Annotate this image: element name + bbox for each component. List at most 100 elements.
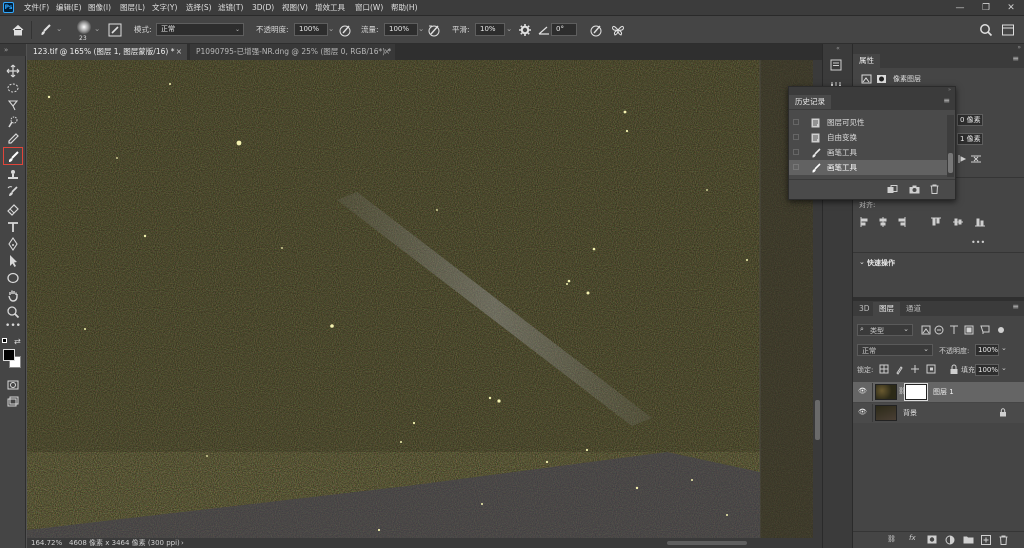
lasso-tool-icon[interactable]	[3, 96, 23, 113]
quick-mask-icon[interactable]	[3, 376, 23, 393]
brush-tip-preview-icon[interactable]	[77, 20, 91, 34]
symmetry-butterfly-icon[interactable]	[610, 22, 626, 38]
photoshop-logo-icon[interactable]: Ps	[3, 2, 14, 13]
restore-button[interactable]: ❐	[972, 0, 1000, 16]
move-tool-icon[interactable]	[3, 62, 23, 79]
blend-mode-select[interactable]: 正常 ⌄	[857, 344, 933, 356]
layer-thumbnail[interactable]	[875, 384, 897, 400]
snapshot-checkbox[interactable]	[793, 164, 799, 170]
search-icon[interactable]	[978, 22, 994, 38]
menu-window[interactable]: 窗口(W)	[355, 0, 383, 16]
image-canvas[interactable]	[27, 60, 822, 538]
snapshot-checkbox[interactable]	[793, 134, 799, 140]
swap-colors-icon[interactable]: ⇄	[14, 337, 21, 346]
panel-menu-icon[interactable]: ≡	[1012, 54, 1019, 63]
zoom-level[interactable]: 164.72%	[31, 538, 62, 548]
history-item-selected[interactable]: 画笔工具	[789, 160, 947, 175]
camera-icon[interactable]	[909, 185, 920, 194]
default-colors-icon[interactable]	[2, 338, 7, 343]
align-buttons-row[interactable]	[859, 216, 1009, 228]
quick-select-tool-icon[interactable]	[3, 113, 23, 130]
history-menu-icon[interactable]: ≡	[943, 96, 950, 105]
eye-icon[interactable]: 👁	[858, 408, 867, 416]
lock-icons[interactable]	[879, 364, 943, 375]
text-tool-icon[interactable]	[3, 218, 23, 235]
tab-channels[interactable]: 通道	[900, 302, 927, 316]
horizontal-scrollbar-thumb[interactable]	[667, 541, 747, 545]
snapshot-checkbox[interactable]	[793, 119, 799, 125]
hand-tool-icon[interactable]	[3, 286, 23, 303]
eraser-tool-icon[interactable]	[3, 200, 23, 217]
brush-settings-panel-icon[interactable]	[107, 22, 123, 38]
scrollbar-thumb[interactable]	[815, 400, 820, 440]
layer-row-background[interactable]: 👁 背景	[853, 403, 1024, 423]
trash-icon[interactable]	[930, 184, 939, 194]
angle-field[interactable]: 0°	[551, 23, 577, 36]
brush-size-chevron-icon[interactable]: ⌄	[94, 24, 100, 33]
layer-name[interactable]: 图层 1	[933, 387, 954, 397]
brush-tool-icon[interactable]	[3, 147, 23, 165]
airbrush-icon[interactable]	[426, 22, 442, 38]
history-panel-icon[interactable]	[829, 58, 845, 72]
tab-layers[interactable]: 图层	[873, 302, 900, 316]
lock-all-icon[interactable]	[949, 364, 959, 375]
menu-type[interactable]: 文字(Y)	[152, 0, 177, 16]
layer-name[interactable]: 背景	[903, 408, 917, 418]
canvas-area[interactable]	[27, 60, 822, 538]
menu-edit[interactable]: 编辑(E)	[56, 0, 82, 16]
quick-actions-title[interactable]: 快速操作	[867, 258, 895, 268]
history-scrollbar-thumb[interactable]	[948, 153, 953, 173]
quick-actions-chevron-icon[interactable]: ⌄	[859, 258, 865, 266]
strip-collapse-icon[interactable]: «	[825, 45, 851, 53]
history-item[interactable]: 自由变换	[789, 130, 947, 145]
screen-mode-icon[interactable]	[3, 393, 23, 410]
close-window-button[interactable]: ✕	[997, 0, 1024, 16]
close-icon[interactable]: ×	[176, 44, 182, 60]
shape-tool-icon[interactable]	[3, 269, 23, 286]
minimize-button[interactable]: —	[946, 0, 974, 16]
height-field[interactable]: 1 像素	[957, 133, 983, 145]
opacity-chevron-icon[interactable]: ⌄	[328, 24, 334, 33]
menu-help[interactable]: 帮助(H)	[391, 0, 418, 16]
history-item[interactable]: 图层可见性	[789, 115, 947, 130]
add-mask-icon[interactable]	[927, 535, 937, 544]
menu-layer[interactable]: 图层(L)	[120, 0, 145, 16]
tab-history[interactable]: 历史记录	[789, 95, 831, 109]
eyedropper-tool-icon[interactable]	[3, 130, 23, 147]
pen-tool-icon[interactable]	[3, 235, 23, 252]
history-scrollbar[interactable]	[947, 115, 954, 177]
width-field[interactable]: 0 像素	[957, 114, 983, 126]
layer-thumbnail[interactable]	[875, 405, 897, 421]
brush-preset-icon[interactable]	[38, 22, 54, 38]
history-item[interactable]: 画笔工具	[789, 145, 947, 160]
layer-opacity-field[interactable]: 100%	[975, 344, 999, 356]
tab-properties[interactable]: 属性	[853, 54, 880, 68]
smoothing-chevron-icon[interactable]: ⌄	[506, 24, 512, 33]
foreground-color-swatch[interactable]	[3, 349, 15, 361]
layer-row-layer-1[interactable]: 👁 ⛓ 图层 1	[853, 382, 1024, 402]
more-tools-icon[interactable]: •••	[3, 322, 23, 332]
layer-filter-select[interactable]: ⌕ 类型 ⌄	[857, 324, 913, 336]
new-layer-icon[interactable]	[981, 535, 991, 545]
more-options-icon[interactable]: •••	[971, 238, 985, 247]
workspace-icon[interactable]	[1000, 22, 1016, 38]
layer-filter-icons[interactable]	[921, 324, 1005, 336]
toolbar-collapse-icon[interactable]: »	[0, 44, 26, 56]
zoom-tool-icon[interactable]	[3, 303, 23, 320]
trash-icon[interactable]	[999, 535, 1008, 545]
flow-field[interactable]: 100%	[384, 23, 418, 36]
pressure-opacity-icon[interactable]	[337, 22, 353, 38]
dock-collapse-icon[interactable]: »	[853, 44, 1024, 53]
path-select-tool-icon[interactable]	[3, 252, 23, 269]
smoothing-field[interactable]: 10%	[475, 23, 505, 36]
stamp-tool-icon[interactable]	[3, 166, 23, 183]
align-icons[interactable]	[957, 154, 983, 164]
flow-chevron-icon[interactable]: ⌄	[418, 24, 424, 33]
snapshot-checkbox[interactable]	[793, 149, 799, 155]
eye-icon[interactable]: 👁	[858, 387, 867, 395]
menu-view[interactable]: 视图(V)	[282, 0, 308, 16]
home-icon[interactable]	[10, 22, 26, 38]
link-layers-icon[interactable]: ⛓	[887, 535, 896, 543]
layers-panel-menu-icon[interactable]: ≡	[1012, 302, 1019, 311]
marquee-tool-icon[interactable]	[3, 79, 23, 96]
